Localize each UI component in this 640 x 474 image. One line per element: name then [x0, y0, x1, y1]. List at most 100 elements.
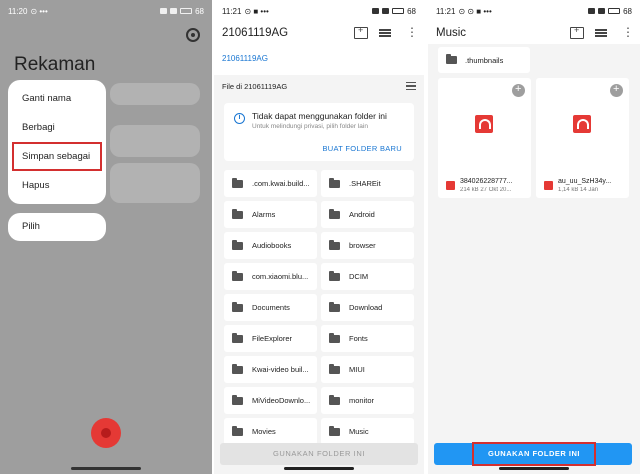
- status-bar: 11:20 ⊙ ••• 68: [0, 0, 212, 22]
- menu-item-select[interactable]: Pilih: [8, 213, 106, 241]
- context-menu: Ganti nama Berbagi Simpan sebagai Hapus: [8, 80, 106, 204]
- folder-icon: [232, 363, 243, 374]
- folder-item[interactable]: Download: [321, 294, 414, 321]
- status-time: 11:21: [436, 6, 456, 16]
- file-location-label: File di 21061119AG: [222, 81, 288, 91]
- status-time: 11:20: [8, 6, 28, 16]
- sort-icon[interactable]: [594, 27, 608, 39]
- file-name: au_uu_SzH34y...: [558, 178, 612, 185]
- folder-item[interactable]: Alarms: [224, 201, 317, 228]
- signal-icon: [160, 8, 168, 14]
- status-icons: ⊙ ■ •••: [244, 6, 269, 16]
- status-icons: ⊙ ⊙ ■ •••: [458, 6, 492, 16]
- folder-icon: [329, 208, 340, 219]
- wifi-icon: [598, 8, 606, 14]
- more-options-icon[interactable]: [618, 25, 634, 39]
- use-folder-button[interactable]: GUNAKAN FOLDER INI: [434, 442, 632, 466]
- folder-icon: [329, 394, 340, 405]
- app-bar-title: Music: [436, 27, 467, 39]
- picker-header: 11:21⊙ ■ ••• 68 21061119AG 21061119AG: [214, 0, 424, 75]
- folder-item[interactable]: Android: [321, 201, 414, 228]
- more-options-icon[interactable]: [402, 25, 418, 39]
- status-icons: ⊙ •••: [30, 6, 48, 16]
- new-folder-icon[interactable]: [570, 25, 584, 39]
- folder-icon: [232, 270, 243, 281]
- folder-item[interactable]: FileExplorer: [224, 325, 317, 352]
- warning-title: Tidak dapat menggunakan folder ini: [252, 111, 387, 121]
- folder-name: DCIM: [349, 272, 369, 281]
- folder-name: Fonts: [349, 334, 368, 343]
- new-folder-icon[interactable]: [354, 25, 368, 39]
- folder-item[interactable]: Music: [321, 418, 414, 445]
- folder-name: Alarms: [252, 210, 276, 219]
- folder-picker-root: 11:21⊙ ■ ••• 68 21061119AG 21061119AG Fi…: [214, 0, 424, 474]
- folder-icon: [232, 208, 243, 219]
- folder-item[interactable]: Movies: [224, 418, 317, 445]
- menu-item-save-as[interactable]: Simpan sebagai: [12, 142, 102, 171]
- picker-header: 11:21 ⊙ ⊙ ■ ••• 68 Music: [428, 0, 640, 44]
- list-view-icon[interactable]: [406, 82, 416, 90]
- audio-file-tile[interactable]: au_uu_SzH34y... 1,14 kB 14 Jan: [536, 78, 629, 198]
- folder-name: Download: [349, 303, 383, 312]
- sort-icon[interactable]: [378, 27, 392, 39]
- folder-icon: [329, 301, 340, 312]
- menu-item-share[interactable]: Berbagi: [8, 113, 106, 142]
- folder-name: MIUI: [349, 365, 365, 374]
- audio-file-icon: [446, 181, 455, 190]
- gear-icon[interactable]: [186, 28, 200, 42]
- folder-name: monitor: [349, 396, 375, 405]
- folder-icon: [232, 301, 243, 312]
- folder-item[interactable]: .SHAREit: [321, 170, 414, 197]
- folder-name: Kwai-video buil...: [252, 365, 309, 374]
- folder-name: .com.kwai.build...: [252, 179, 310, 188]
- folder-item[interactable]: Audiobooks: [224, 232, 317, 259]
- folder-icon: [232, 177, 243, 188]
- folder-name: Music: [349, 427, 369, 436]
- folder-icon: [446, 54, 457, 64]
- file-meta: 214 kB 27 Okt 20...: [460, 187, 512, 193]
- breadcrumb[interactable]: 21061119AG: [222, 44, 416, 75]
- wifi-icon: [170, 8, 178, 14]
- folder-item[interactable]: monitor: [321, 387, 414, 414]
- gesture-bar: [284, 467, 354, 470]
- folder-item[interactable]: MiVideoDownlo...: [224, 387, 317, 414]
- battery-level: 68: [195, 6, 204, 16]
- audio-file-tile[interactable]: 384026228777... 214 kB 27 Okt 20...: [438, 78, 531, 198]
- folder-item[interactable]: Documents: [224, 294, 317, 321]
- drag-handle-icon[interactable]: [512, 83, 525, 97]
- battery-icon: [180, 8, 193, 14]
- warning-subtitle: Untuk melindungi privasi, pilih folder l…: [252, 123, 368, 130]
- wifi-icon: [382, 8, 390, 14]
- background-card: [110, 125, 200, 157]
- status-bar: 11:21 ⊙ ⊙ ■ ••• 68: [428, 0, 640, 22]
- warning-card: i Tidak dapat menggunakan folder ini Unt…: [224, 103, 414, 161]
- folder-name: MiVideoDownlo...: [252, 396, 311, 405]
- page-title: Rekaman: [14, 54, 96, 75]
- background-card: [110, 163, 200, 203]
- menu-item-delete[interactable]: Hapus: [8, 171, 106, 200]
- folder-item[interactable]: com.xiaomi.blu...: [224, 263, 317, 290]
- app-bar-title: 21061119AG: [222, 27, 289, 39]
- folder-item[interactable]: .com.kwai.build...: [224, 170, 317, 197]
- menu-item-rename[interactable]: Ganti nama: [8, 84, 106, 113]
- folder-item[interactable]: MIUI: [321, 356, 414, 383]
- folder-item[interactable]: Kwai-video buil...: [224, 356, 317, 383]
- folder-item[interactable]: Fonts: [321, 325, 414, 352]
- record-button[interactable]: [91, 418, 121, 448]
- drag-handle-icon[interactable]: [610, 83, 623, 97]
- app-bar: 21061119AG: [222, 22, 418, 44]
- folder-icon: [329, 332, 340, 343]
- create-folder-button[interactable]: BUAT FOLDER BARU: [322, 144, 402, 153]
- folder-name: FileExplorer: [252, 334, 293, 343]
- music-folder-panel: 11:21⊙ ⊙ ■ ••• 68 Music .thumbnails 3840…: [428, 0, 640, 474]
- folder-icon: [232, 425, 243, 436]
- folder-item[interactable]: .thumbnails: [438, 47, 530, 73]
- folder-name: Audiobooks: [252, 241, 292, 250]
- folder-icon: [232, 332, 243, 343]
- folder-icon: [329, 425, 340, 436]
- folder-name: Documents: [252, 303, 290, 312]
- folder-name: browser: [349, 241, 376, 250]
- folder-item[interactable]: browser: [321, 232, 414, 259]
- folder-item[interactable]: DCIM: [321, 263, 414, 290]
- battery-level: 68: [407, 6, 416, 16]
